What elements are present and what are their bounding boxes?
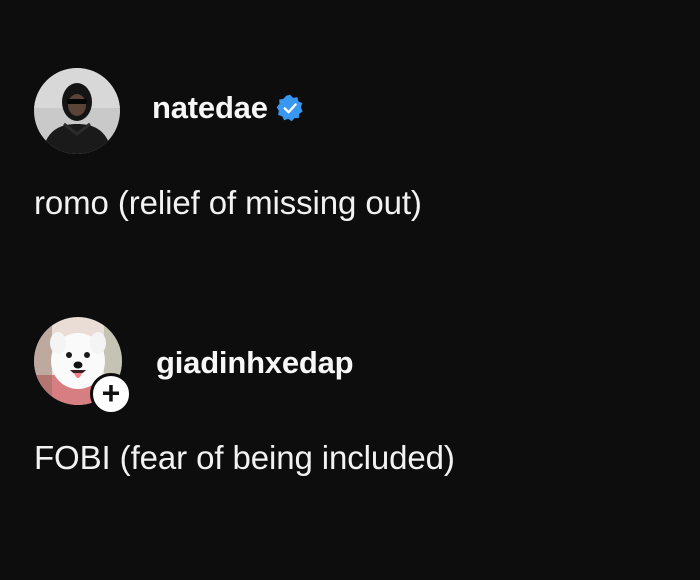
comment-text: romo (relief of missing out) xyxy=(34,184,422,221)
username[interactable]: natedae xyxy=(152,90,268,126)
username-row[interactable]: giadinhxedap xyxy=(156,345,354,381)
username[interactable]: giadinhxedap xyxy=(156,345,354,381)
plus-icon: + xyxy=(101,375,121,411)
comment-text: FOBI (fear of being included) xyxy=(34,439,455,476)
follow-plus-button[interactable]: + xyxy=(90,373,132,415)
user-avatar[interactable]: + xyxy=(34,317,132,415)
user-avatar[interactable] xyxy=(34,68,120,154)
username-row[interactable]: natedae xyxy=(152,90,304,126)
verified-badge-icon xyxy=(276,94,303,122)
person-avatar-icon xyxy=(34,68,120,154)
